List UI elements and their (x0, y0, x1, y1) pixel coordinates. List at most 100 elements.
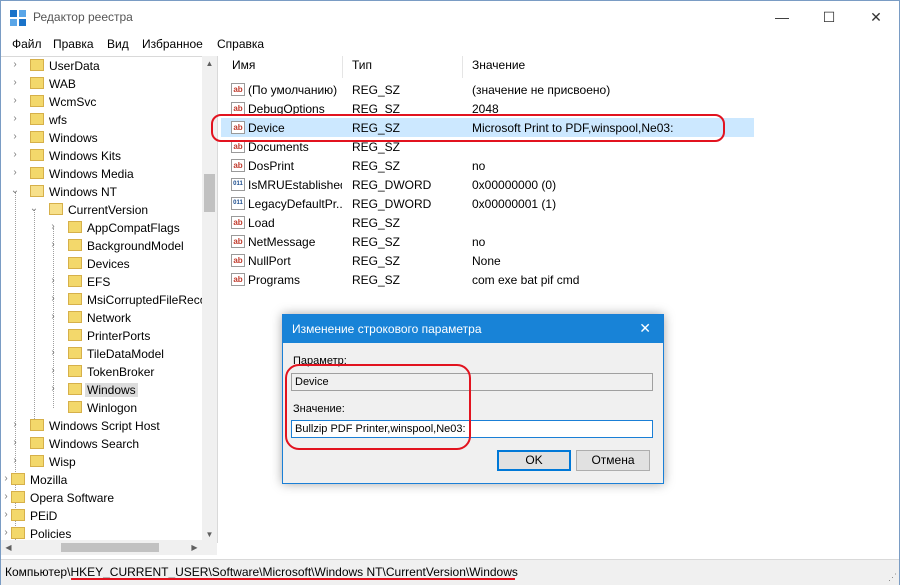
binary-value-icon: 011 (231, 197, 245, 210)
resize-grip-icon[interactable]: ⋰ (888, 572, 897, 583)
tree-item[interactable]: › WcmSvc (1, 93, 201, 111)
key-path: Компьютер\HKEY_CURRENT_USER\Software\Mic… (5, 565, 518, 579)
tree-item[interactable]: › TileDataModel (1, 345, 201, 363)
dialog-close-button[interactable]: ✕ (639, 320, 651, 337)
tree-item[interactable]: › Windows Search (1, 435, 201, 453)
tree-item-selected[interactable]: › Windows (1, 381, 201, 399)
expand-arrow-icon[interactable]: › (10, 95, 20, 106)
scroll-thumb[interactable] (204, 174, 215, 212)
menu-view[interactable]: Вид (107, 37, 129, 51)
scroll-right-arrow-icon[interactable]: ▶ (187, 540, 202, 555)
tree-item[interactable]: › UserData (1, 57, 201, 75)
menu-help[interactable]: Справка (217, 37, 264, 51)
tree-item[interactable]: ⌄ Windows NT (1, 183, 201, 201)
status-bar: Компьютер\HKEY_CURRENT_USER\Software\Mic… (1, 559, 899, 585)
expand-arrow-icon[interactable]: › (10, 77, 20, 88)
value-type: REG_SZ (352, 273, 401, 287)
tree-item-label: WAB (49, 77, 76, 91)
tree-item[interactable]: › Opera Software (1, 489, 201, 507)
expand-arrow-icon[interactable]: › (1, 491, 11, 502)
column-header-data[interactable]: Значение (472, 58, 525, 72)
tree-item[interactable]: ⌄ CurrentVersion (1, 201, 201, 219)
tree-item[interactable]: › Windows Kits (1, 147, 201, 165)
tree-horizontal-scrollbar[interactable]: ◀ ▶ (1, 540, 217, 555)
column-header-type[interactable]: Тип (352, 58, 372, 72)
expand-arrow-icon[interactable]: › (48, 275, 58, 286)
value-row[interactable]: 011 IsMRUEstablished REG_DWORD 0x00000000 (… (221, 175, 754, 194)
tree-item[interactable]: › BackgroundModel (1, 237, 201, 255)
tree-item[interactable]: › Network (1, 309, 201, 327)
ok-button[interactable]: OK (497, 450, 571, 471)
expand-arrow-icon[interactable]: › (48, 221, 58, 232)
value-data: 0x00000001 (1) (472, 197, 557, 211)
tree-item[interactable]: › PEiD (1, 507, 201, 525)
expand-arrow-icon[interactable]: › (1, 509, 11, 520)
tree-item[interactable]: › Windows (1, 129, 201, 147)
tree-item[interactable]: › MsiCorruptedFileReco (1, 291, 206, 309)
tree-item[interactable]: Winlogon (1, 399, 201, 417)
expand-arrow-icon[interactable]: › (10, 131, 20, 142)
menu-edit[interactable]: Правка (53, 37, 94, 51)
expand-arrow-icon[interactable]: › (10, 59, 20, 70)
expand-arrow-icon[interactable]: › (10, 455, 20, 466)
expand-arrow-icon[interactable]: › (48, 365, 58, 376)
value-row[interactable]: ab (По умолчанию) REG_SZ (значение не присв… (221, 80, 754, 99)
tree-item[interactable]: › AppCompatFlags (1, 219, 201, 237)
minimize-button[interactable]: — (759, 1, 805, 33)
maximize-button[interactable]: ☐ (806, 1, 852, 33)
value-type: REG_SZ (352, 254, 401, 268)
expand-arrow-icon[interactable]: › (10, 437, 20, 448)
expand-arrow-icon[interactable]: › (48, 239, 58, 250)
tree-item[interactable]: › Windows Media (1, 165, 201, 183)
expand-arrow-icon[interactable]: › (1, 473, 11, 484)
column-header-name[interactable]: Имя (232, 58, 255, 72)
folder-icon (68, 293, 82, 305)
value-row[interactable]: ab NullPort REG_SZ None (221, 251, 754, 270)
expand-arrow-icon[interactable]: › (1, 527, 11, 538)
folder-icon (68, 311, 82, 323)
scroll-left-arrow-icon[interactable]: ◀ (1, 540, 16, 555)
cancel-button[interactable]: Отмена (576, 450, 650, 471)
tree-item[interactable]: › wfs (1, 111, 201, 129)
tree-item-label: PrinterPorts (87, 329, 151, 343)
key-tree[interactable]: › UserData › WAB › WcmSvc › wfs › Windows › Wi… (1, 56, 218, 543)
expand-arrow-icon[interactable]: › (48, 293, 58, 304)
expand-arrow-icon[interactable]: › (10, 149, 20, 160)
value-row[interactable]: ab NetMessage REG_SZ no (221, 232, 754, 251)
menu-file[interactable]: Файл (12, 37, 42, 51)
value-data: None (472, 254, 501, 268)
folder-icon (11, 509, 25, 521)
value-data: no (472, 159, 486, 173)
column-separator[interactable] (462, 56, 463, 78)
folder-icon (30, 131, 44, 143)
scroll-up-arrow-icon[interactable]: ▲ (202, 56, 217, 71)
value-row[interactable]: ab Load REG_SZ (221, 213, 754, 232)
tree-item[interactable]: › Mozilla (1, 471, 201, 489)
tree-item[interactable]: › Wisp (1, 453, 201, 471)
expand-arrow-icon[interactable]: › (48, 347, 58, 358)
expand-arrow-icon[interactable]: › (48, 311, 58, 322)
expand-arrow-icon[interactable]: › (10, 419, 20, 430)
tree-item[interactable]: Devices (1, 255, 201, 273)
folder-icon (11, 473, 25, 485)
tree-item-label: Windows NT (49, 185, 118, 199)
value-row[interactable]: 011 LegacyDefaultPr... REG_DWORD 0x00000001… (221, 194, 754, 213)
tree-item[interactable]: › TokenBroker (1, 363, 201, 381)
tree-item[interactable]: › WAB (1, 75, 201, 93)
expand-arrow-icon[interactable]: › (10, 113, 20, 124)
expand-arrow-icon[interactable]: › (48, 383, 58, 394)
tree-item[interactable]: PrinterPorts (1, 327, 201, 345)
value-row[interactable]: ab Programs REG_SZ com exe bat pif cmd (221, 270, 754, 289)
menu-favorites[interactable]: Избранное (142, 37, 203, 51)
value-row[interactable]: ab DosPrint REG_SZ no (221, 156, 754, 175)
collapse-arrow-icon[interactable]: ⌄ (29, 203, 39, 214)
dialog-highlight-oval (285, 364, 471, 450)
expand-arrow-icon[interactable]: › (10, 167, 20, 178)
collapse-arrow-icon[interactable]: ⌄ (10, 185, 20, 196)
close-button[interactable]: ✕ (853, 1, 899, 33)
value-name: Documents (248, 140, 309, 154)
tree-item[interactable]: › EFS (1, 273, 201, 291)
tree-item[interactable]: › Windows Script Host (1, 417, 201, 435)
column-separator[interactable] (342, 56, 343, 78)
scroll-thumb[interactable] (61, 543, 159, 552)
